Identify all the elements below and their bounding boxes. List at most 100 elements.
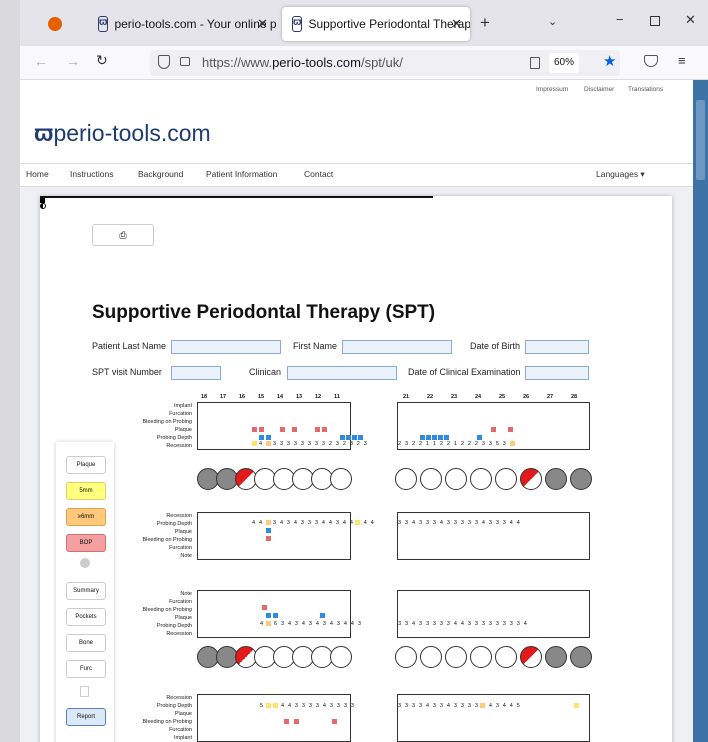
tooth-diagram[interactable] bbox=[545, 646, 567, 668]
site-logo[interactable]: ϖperio-tools.com bbox=[34, 120, 211, 147]
5mm-marker[interactable] bbox=[266, 703, 271, 708]
probing-depth-values[interactable]: 2 3 2 2 1 1 2 2 1 2 2 2 3 3 5 3 4 bbox=[398, 441, 514, 447]
tooth-diagram[interactable] bbox=[495, 468, 517, 490]
6mm-marker[interactable] bbox=[266, 621, 271, 626]
tooth-diagram[interactable] bbox=[445, 646, 467, 668]
tab-perio-tools-home[interactable]: ϖ perio-tools.com - Your online p ✕ bbox=[88, 7, 276, 41]
furcation-marker[interactable] bbox=[40, 203, 46, 209]
bop-marker[interactable] bbox=[315, 427, 320, 432]
tooth-diagram[interactable] bbox=[520, 468, 542, 490]
6mm-marker[interactable] bbox=[480, 703, 485, 708]
forward-icon[interactable]: → bbox=[66, 53, 80, 69]
nav-contact[interactable]: Contact bbox=[304, 169, 333, 179]
chart-grid-right[interactable] bbox=[197, 694, 351, 742]
plaque-marker[interactable] bbox=[432, 435, 437, 440]
6mm-marker[interactable] bbox=[266, 441, 271, 446]
tooth-diagram[interactable] bbox=[470, 646, 492, 668]
plaque-toggle[interactable]: Plaque bbox=[66, 456, 106, 474]
plaque-marker[interactable] bbox=[346, 435, 351, 440]
6mm-marker[interactable] bbox=[266, 520, 271, 525]
close-window-icon[interactable]: ✕ bbox=[685, 12, 696, 28]
maximize-icon[interactable] bbox=[650, 16, 660, 26]
bookmark-star-icon[interactable]: ★ bbox=[603, 52, 616, 70]
tooth-diagram[interactable] bbox=[420, 646, 442, 668]
probing-depth-values[interactable]: 4 4 6 3 4 3 4 3 4 3 4 3 4 4 3 bbox=[260, 621, 362, 627]
url-bar[interactable]: https://www.perio-tools.com/spt/uk/ 60% … bbox=[150, 50, 620, 76]
url-text[interactable]: https://www.perio-tools.com/spt/uk/ bbox=[202, 55, 403, 70]
visit-number-field[interactable] bbox=[171, 366, 221, 380]
tooth-diagram[interactable] bbox=[420, 468, 442, 490]
lock-icon[interactable] bbox=[180, 57, 190, 66]
languages-dropdown[interactable]: Languages ▾ bbox=[596, 169, 645, 180]
close-tab-icon[interactable]: ✕ bbox=[451, 16, 462, 32]
tooth-diagram[interactable] bbox=[330, 468, 352, 490]
tab-spt[interactable]: ϖ Supportive Periodontal Therapy ( ✕ bbox=[282, 7, 470, 41]
plaque-marker[interactable] bbox=[352, 435, 357, 440]
translations-link[interactable]: Translations bbox=[628, 86, 663, 93]
chart-grid-left[interactable] bbox=[397, 590, 590, 638]
shield-icon[interactable] bbox=[158, 55, 170, 69]
tooth-diagram[interactable] bbox=[495, 646, 517, 668]
5mm-marker[interactable] bbox=[510, 441, 515, 446]
plaque-marker[interactable] bbox=[273, 613, 278, 618]
probing-depth-values[interactable]: 3 3 4 3 3 3 3 3 4 4 3 3 3 3 3 3 3 3 4 bbox=[398, 621, 528, 627]
last-name-field[interactable] bbox=[171, 340, 281, 354]
tooth-diagram[interactable] bbox=[470, 468, 492, 490]
zoom-level-button[interactable]: 60% bbox=[549, 53, 579, 73]
nav-patient-information[interactable]: Patient Information bbox=[206, 169, 277, 179]
nav-background[interactable]: Background bbox=[138, 169, 183, 179]
5mm-marker[interactable] bbox=[252, 441, 257, 446]
plaque-marker[interactable] bbox=[358, 435, 363, 440]
bop-marker[interactable] bbox=[294, 719, 299, 724]
new-tab-icon[interactable]: + bbox=[480, 13, 490, 33]
chart-grid-left[interactable] bbox=[397, 694, 590, 742]
page-scrollbar[interactable] bbox=[693, 80, 708, 742]
bop-marker[interactable] bbox=[262, 605, 267, 610]
furc-button[interactable]: Furc bbox=[66, 660, 106, 678]
dob-field[interactable] bbox=[525, 340, 589, 354]
tooth-diagram[interactable] bbox=[520, 646, 542, 668]
reader-view-icon[interactable] bbox=[530, 57, 540, 69]
probing-depth-values[interactable]: 3 3 4 3 3 3 4 3 3 3 3 3 4 3 3 3 4 4 bbox=[398, 520, 521, 526]
tooth-diagram[interactable] bbox=[445, 468, 467, 490]
impressum-link[interactable]: Impressum bbox=[536, 86, 568, 93]
bop-marker[interactable] bbox=[508, 427, 513, 432]
disclaimer-link[interactable]: Disclaimer bbox=[584, 86, 614, 93]
reload-icon[interactable]: ↻ bbox=[96, 52, 108, 69]
5mm-marker[interactable] bbox=[574, 703, 579, 708]
plaque-marker[interactable] bbox=[320, 613, 325, 618]
clinician-field[interactable] bbox=[287, 366, 397, 380]
bop-marker[interactable] bbox=[332, 719, 337, 724]
tooth-diagram[interactable] bbox=[570, 646, 592, 668]
probing-depth-values[interactable]: 3 3 3 3 4 3 3 4 3 3 3 3 4 4 3 4 4 5 bbox=[398, 703, 521, 709]
exam-date-field[interactable] bbox=[525, 366, 589, 380]
bop-marker[interactable] bbox=[259, 427, 264, 432]
tooth-diagram[interactable] bbox=[395, 646, 417, 668]
pocket-icon[interactable] bbox=[644, 55, 658, 67]
plaque-marker[interactable] bbox=[426, 435, 431, 440]
tooth-diagram[interactable] bbox=[395, 468, 417, 490]
nav-instructions[interactable]: Instructions bbox=[70, 169, 113, 179]
tooth-diagram[interactable] bbox=[545, 468, 567, 490]
back-icon[interactable]: ← bbox=[34, 53, 48, 69]
firefox-menu-icon[interactable] bbox=[48, 17, 62, 31]
scrollbar-thumb[interactable] bbox=[696, 100, 705, 180]
hamburger-menu-icon[interactable]: ≡ bbox=[678, 53, 686, 68]
plaque-marker[interactable] bbox=[266, 528, 271, 533]
bop-marker[interactable] bbox=[252, 427, 257, 432]
nav-home[interactable]: Home bbox=[26, 169, 49, 179]
plaque-marker[interactable] bbox=[420, 435, 425, 440]
plaque-marker[interactable] bbox=[438, 435, 443, 440]
plaque-marker[interactable] bbox=[266, 435, 271, 440]
bop-marker[interactable] bbox=[280, 427, 285, 432]
close-tab-icon[interactable]: ✕ bbox=[257, 16, 268, 32]
first-name-field[interactable] bbox=[342, 340, 452, 354]
tooth-diagram[interactable] bbox=[570, 468, 592, 490]
print-button[interactable]: ⎙ bbox=[92, 224, 154, 246]
bop-marker[interactable] bbox=[322, 427, 327, 432]
5mm-toggle[interactable]: 5mm bbox=[66, 482, 106, 500]
plaque-marker[interactable] bbox=[340, 435, 345, 440]
plaque-marker[interactable] bbox=[266, 613, 271, 618]
5mm-marker[interactable] bbox=[273, 703, 278, 708]
chevron-down-icon[interactable]: ⌄ bbox=[548, 15, 557, 28]
